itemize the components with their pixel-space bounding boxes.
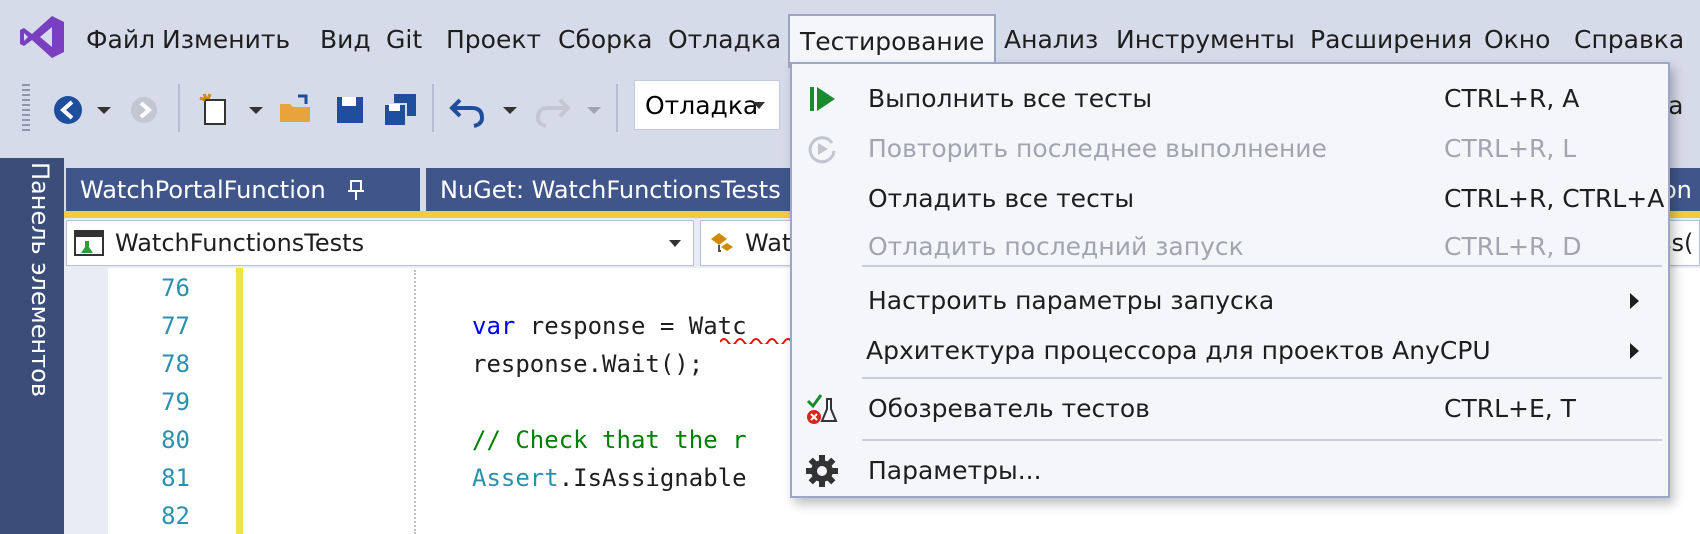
toolbar-grip[interactable] (22, 84, 30, 132)
menu-project[interactable]: Проект (436, 20, 551, 60)
line-number: 82 (161, 502, 190, 530)
toolbar-separator (178, 84, 180, 132)
menu-view[interactable]: Вид (310, 20, 381, 60)
menu-item-configure-run-settings[interactable]: Настроить параметры запуска (792, 276, 1668, 326)
submenu-arrow-icon (1630, 293, 1639, 309)
toolbar-separator (616, 84, 618, 132)
undo-icon[interactable] (448, 90, 488, 130)
menu-git[interactable]: Git (376, 20, 432, 60)
class-icon (711, 233, 733, 252)
menu-item-label: Обозреватель тестов (868, 394, 1150, 423)
menu-edit[interactable]: Изменить (152, 20, 300, 60)
menu-item-repeat-last-run: Повторить последнее выполнение CTRL+R, L (792, 124, 1668, 174)
menu-item-label: Выполнить все тесты (868, 84, 1153, 113)
menu-item-test-explorer[interactable]: Обозреватель тестов CTRL+E, T (792, 384, 1668, 434)
open-file-icon[interactable] (276, 90, 316, 130)
menu-tools[interactable]: Инструменты (1106, 20, 1305, 60)
tab-nuget-watch-functions-tests[interactable]: NuGet: WatchFunctionsTests (426, 168, 826, 212)
error-squiggle (720, 338, 790, 344)
menu-build[interactable]: Сборка (548, 20, 662, 60)
code-line: Assert.IsAssignable (472, 464, 747, 492)
menu-item-run-all-tests[interactable]: Выполнить все тесты CTRL+R, A (792, 74, 1668, 124)
tab-label: WatchPortalFunction (80, 176, 326, 204)
chevron-down-icon (669, 240, 681, 247)
menu-item-shortcut: CTRL+R, CTRL+A (1444, 184, 1665, 213)
line-number: 77 (161, 312, 190, 340)
line-number: 81 (161, 464, 190, 492)
chevron-down-icon[interactable] (244, 90, 268, 130)
repeat-last-run-icon (808, 136, 836, 164)
chevron-down-icon (753, 102, 765, 109)
code-line: // Check that the r (472, 426, 747, 454)
code-line: var response = Watc (472, 312, 747, 340)
menu-analyze[interactable]: Анализ (994, 20, 1108, 60)
menu-item-options[interactable]: Параметры... (792, 446, 1668, 496)
line-number: 78 (161, 350, 190, 378)
menu-item-processor-architecture[interactable]: Архитектура процессора для проектов AnyC… (792, 326, 1668, 376)
chevron-down-icon[interactable] (498, 90, 522, 130)
submenu-arrow-icon (1630, 343, 1639, 359)
chevron-down-icon (587, 107, 601, 114)
chevron-down-icon[interactable] (92, 90, 116, 130)
navigate-forward-icon (131, 97, 157, 123)
tab-label: NuGet: WatchFunctionsTests (440, 176, 781, 204)
menu-item-label: Повторить последнее выполнение (868, 134, 1327, 163)
line-number: 79 (161, 388, 190, 416)
solution-configuration-combo[interactable]: Отладка (634, 80, 780, 130)
menu-item-label: Параметры... (868, 456, 1042, 485)
menu-extensions[interactable]: Расширения (1300, 20, 1482, 60)
testing-menu-dropdown: Выполнить все тесты CTRL+R, A Повторить … (790, 62, 1670, 498)
menu-item-label: Архитектура процессора для проектов AnyC… (866, 336, 1491, 365)
menu-item-debug-all-tests[interactable]: Отладить все тесты CTRL+R, CTRL+A (792, 174, 1668, 224)
menu-help[interactable]: Справка (1564, 20, 1694, 60)
code-line: response.Wait(); (472, 350, 704, 378)
menu-item-shortcut: CTRL+R, A (1444, 84, 1580, 113)
test-project-icon (74, 230, 104, 256)
toolbox-tab-label: Панель элементов (26, 162, 54, 397)
menu-item-label: Настроить параметры запуска (868, 286, 1275, 315)
menu-window[interactable]: Окно (1474, 20, 1560, 60)
menu-item-shortcut: CTRL+E, T (1444, 394, 1576, 423)
menu-separator (862, 265, 1662, 267)
redo-icon (535, 98, 571, 128)
project-dropdown[interactable]: WatchFunctionsTests (66, 220, 694, 266)
new-project-icon[interactable] (196, 90, 236, 130)
change-tracking-bar (236, 268, 243, 534)
visual-studio-logo-icon (20, 16, 64, 58)
line-number: 76 (161, 274, 190, 302)
editor-margin (64, 268, 108, 534)
gear-icon (806, 455, 838, 487)
project-dropdown-value: WatchFunctionsTests (115, 229, 365, 257)
menu-debug[interactable]: Отладка (658, 20, 791, 60)
pin-icon[interactable] (344, 178, 368, 202)
save-icon[interactable] (330, 90, 370, 130)
toolbar-separator (432, 84, 434, 132)
indent-guide (414, 270, 416, 534)
menu-item-shortcut: CTRL+R, L (1444, 134, 1577, 163)
menu-testing[interactable]: Тестирование (788, 14, 997, 68)
visual-studio-window: Файл Изменить Вид Git Проект Сборка Отла… (0, 0, 1700, 534)
test-explorer-icon (806, 394, 838, 424)
solution-configuration-value: Отладка (645, 91, 759, 120)
run-all-tests-icon (810, 87, 835, 111)
member-dropdown-value: Wat (745, 229, 792, 257)
save-all-icon[interactable] (380, 90, 420, 130)
menu-separator (862, 439, 1662, 441)
navigate-back-icon[interactable] (50, 90, 90, 130)
menu-item-label: Отладить все тесты (868, 184, 1135, 213)
menu-separator (862, 377, 1662, 379)
line-number: 80 (161, 426, 190, 454)
